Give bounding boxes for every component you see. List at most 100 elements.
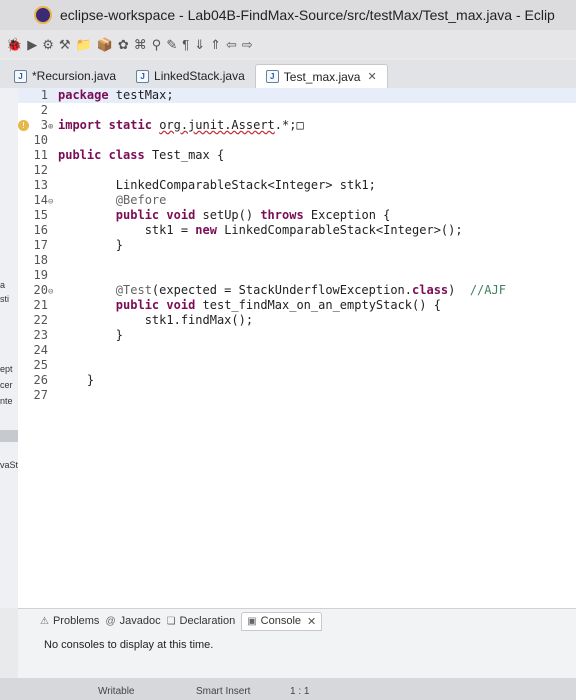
- close-icon[interactable]: ✕: [367, 70, 376, 83]
- annotation: @Test: [58, 283, 152, 297]
- javadoc-icon: @: [105, 615, 116, 627]
- next-annotation-icon[interactable]: ⇓: [194, 38, 205, 51]
- external-tools-icon[interactable]: ⚒: [59, 38, 71, 51]
- keyword: import: [58, 118, 102, 132]
- tab-linkedstack-java[interactable]: J LinkedStack.java: [126, 64, 255, 88]
- code-line: 24: [18, 343, 576, 358]
- left-fragment-text: a: [0, 280, 6, 290]
- line-number: 14: [33, 193, 48, 207]
- keyword: public: [58, 148, 102, 162]
- editor-tab-bar: J *Recursion.java J LinkedStack.java J T…: [0, 60, 576, 88]
- code-text: setUp(): [195, 208, 261, 222]
- forward-icon[interactable]: ⇨: [242, 38, 253, 51]
- left-strip-divider: [0, 430, 18, 442]
- debug-icon[interactable]: 🐞: [6, 38, 22, 51]
- console-icon: ▣: [247, 615, 257, 627]
- annotation: @Before: [58, 193, 167, 207]
- tab-recursion-java[interactable]: J *Recursion.java: [4, 64, 126, 88]
- left-fragment-text: sti: [0, 294, 9, 304]
- code-line: 21 public void test_findMax_on_an_emptyS…: [18, 298, 576, 313]
- keyword: void: [166, 208, 196, 222]
- left-fragment-text: ept: [0, 364, 13, 374]
- code-line: 2: [18, 103, 576, 118]
- left-fragment-text: vaSt: [0, 460, 18, 470]
- search-icon[interactable]: ⚲: [152, 38, 162, 51]
- tab-label: Console: [260, 615, 301, 627]
- java-file-icon: J: [265, 70, 279, 83]
- warning-marker-icon[interactable]: !: [18, 120, 29, 131]
- keyword: throws: [260, 208, 304, 222]
- code-line: 14⊖ @Before: [18, 193, 576, 208]
- keyword: new: [195, 223, 217, 237]
- line-number: 19: [33, 268, 48, 282]
- code-text: Exception {: [303, 208, 391, 222]
- console-message: No consoles to display at this time.: [44, 639, 214, 651]
- tab-label: Declaration: [179, 615, 236, 627]
- toggle-mark-occurrences-icon[interactable]: ✎: [166, 38, 177, 51]
- folded-block-icon[interactable]: □: [296, 118, 303, 132]
- line-number: 15: [33, 208, 48, 222]
- tab-javadoc[interactable]: @ Javadoc: [105, 615, 160, 627]
- line-number: 27: [33, 388, 48, 402]
- tab-test-max-java[interactable]: J Test_max.java ✕: [254, 64, 388, 88]
- line-number: 13: [33, 178, 48, 192]
- line-number: 11: [33, 148, 48, 162]
- code-line: 1 package testMax;: [18, 88, 576, 103]
- close-icon[interactable]: ✕: [307, 615, 316, 628]
- code-line: 16 stk1 = new LinkedComparableStack<Inte…: [18, 223, 576, 238]
- comment: //AJF: [469, 283, 506, 297]
- java-file-icon: J: [14, 69, 27, 83]
- new-package-icon[interactable]: 📦: [97, 38, 113, 51]
- code-text: test_findMax_on_an_emptyStack() {: [195, 298, 441, 312]
- code-line: 11 public class Test_max {: [18, 148, 576, 163]
- code-text: stk1 =: [58, 223, 196, 237]
- line-number: 1: [40, 88, 48, 102]
- tab-label: Test_max.java: [283, 69, 361, 84]
- previous-annotation-icon[interactable]: ⇑: [210, 38, 221, 51]
- keyword: public: [115, 298, 160, 312]
- code-line: 18: [18, 253, 576, 268]
- tab-label: Javadoc: [119, 615, 161, 627]
- line-number: 10: [33, 133, 48, 147]
- tab-label: LinkedStack.java: [154, 69, 245, 83]
- code-editor[interactable]: 1 package testMax; 2 ! 3⊕ import static or…: [18, 88, 576, 608]
- tab-problems[interactable]: ⚠ Problems: [40, 615, 99, 627]
- left-fragment-text: cer: [0, 380, 13, 390]
- line-number: 16: [33, 223, 48, 237]
- toggle-whitespace-icon[interactable]: ¶: [182, 38, 189, 51]
- error-underlined-text: org.junit.Assert: [159, 118, 275, 132]
- code-line: 26 }: [18, 373, 576, 388]
- console-panel: ⚠ Problems @ Javadoc ❏ Declaration ▣ Console…: [18, 608, 576, 679]
- line-number: 12: [33, 163, 48, 177]
- tab-declaration[interactable]: ❏ Declaration: [167, 615, 236, 627]
- code-line: 10: [18, 133, 576, 148]
- left-fragment-text: nte: [0, 396, 13, 406]
- window-title-bar: eclipse-workspace - Lab04B-FindMax-Sourc…: [0, 0, 576, 30]
- new-java-project-icon[interactable]: 📁: [76, 38, 92, 51]
- line-number: 2: [40, 103, 48, 117]
- status-bar: Writable Smart Insert 1 : 1: [0, 678, 576, 700]
- status-writable: Writable: [98, 686, 135, 697]
- coverage-icon[interactable]: ⚙: [42, 38, 54, 51]
- code-line: ! 3⊕ import static org.junit.Assert.*;□: [18, 118, 576, 133]
- status-insert-mode: Smart Insert: [196, 686, 251, 697]
- code-text: LinkedComparableStack<Integer>();: [216, 223, 463, 237]
- run-icon[interactable]: ▶: [27, 38, 37, 51]
- code-line: 13 LinkedComparableStack<Integer> stk1;: [18, 178, 576, 193]
- tab-label: *Recursion.java: [32, 69, 117, 83]
- code-text: stk1.findMax();: [58, 313, 254, 327]
- line-number: 26: [33, 373, 48, 387]
- code-line: 25: [18, 358, 576, 373]
- code-line: 27: [18, 388, 576, 403]
- open-type-icon[interactable]: ⌘: [134, 38, 147, 51]
- code-text: }: [58, 238, 124, 252]
- keyword: public: [115, 208, 160, 222]
- back-icon[interactable]: ⇦: [226, 38, 237, 51]
- new-class-icon[interactable]: ✿: [118, 38, 129, 51]
- tab-console[interactable]: ▣ Console ✕: [241, 611, 323, 631]
- code-text: .*;: [274, 118, 297, 132]
- line-number: 23: [33, 328, 48, 342]
- line-number: 24: [33, 343, 48, 357]
- line-number: 21: [33, 298, 48, 312]
- eclipse-logo-icon: [34, 6, 52, 24]
